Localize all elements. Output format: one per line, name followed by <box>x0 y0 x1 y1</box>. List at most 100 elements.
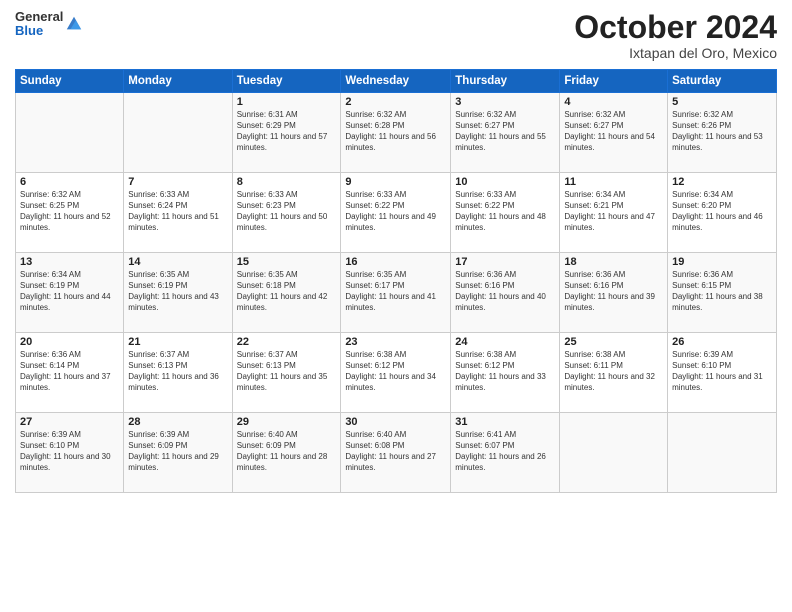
table-row: 5 Sunrise: 6:32 AM Sunset: 6:26 PM Daylig… <box>668 93 777 173</box>
day-number: 13 <box>20 256 119 268</box>
day-info: Sunrise: 6:33 AM Sunset: 6:22 PM Dayligh… <box>345 190 446 233</box>
day-info: Sunrise: 6:32 AM Sunset: 6:26 PM Dayligh… <box>672 110 772 153</box>
table-row: 13Sunrise: 6:34 AM Sunset: 6:19 PM Dayli… <box>16 253 124 333</box>
day-number: 10 <box>455 176 555 188</box>
day-info: Sunrise: 6:39 AM Sunset: 6:10 PM Dayligh… <box>20 430 119 473</box>
day-number: 15 <box>237 256 337 268</box>
calendar-week-row: 13Sunrise: 6:34 AM Sunset: 6:19 PM Dayli… <box>16 253 777 333</box>
calendar-header-row: Sunday Monday Tuesday Wednesday Thursday… <box>16 70 777 93</box>
day-info: Sunrise: 6:38 AM Sunset: 6:12 PM Dayligh… <box>455 350 555 393</box>
header-friday: Friday <box>560 70 668 93</box>
day-number: 2 <box>345 96 446 108</box>
table-row <box>124 93 232 173</box>
day-info: Sunrise: 6:33 AM Sunset: 6:24 PM Dayligh… <box>128 190 227 233</box>
day-number: 25 <box>564 336 663 348</box>
table-row: 8Sunrise: 6:33 AM Sunset: 6:23 PM Daylig… <box>232 173 341 253</box>
table-row <box>668 413 777 493</box>
day-number: 17 <box>455 256 555 268</box>
table-row: 3Sunrise: 6:32 AM Sunset: 6:27 PM Daylig… <box>451 93 560 173</box>
table-row <box>560 413 668 493</box>
table-row: 1 Sunrise: 6:31 AM Sunset: 6:29 PM Daylig… <box>232 93 341 173</box>
day-number: 1 <box>237 96 337 108</box>
day-number: 16 <box>345 256 446 268</box>
calendar-table: Sunday Monday Tuesday Wednesday Thursday… <box>15 69 777 493</box>
table-row: 6 Sunrise: 6:32 AM Sunset: 6:25 PM Daylig… <box>16 173 124 253</box>
day-number: 24 <box>455 336 555 348</box>
logo-blue: Blue <box>15 24 63 38</box>
day-info: Sunrise: 6:40 AM Sunset: 6:08 PM Dayligh… <box>345 430 446 473</box>
day-number: 19 <box>672 256 772 268</box>
table-row: 18 Sunrise: 6:36 AM Sunset: 6:16 PM Dayli… <box>560 253 668 333</box>
table-row: 20 Sunrise: 6:36 AM Sunset: 6:14 PM Dayli… <box>16 333 124 413</box>
day-number: 8 <box>237 176 337 188</box>
day-info: Sunrise: 6:32 AM Sunset: 6:25 PM Dayligh… <box>20 190 119 233</box>
day-number: 14 <box>128 256 227 268</box>
table-row: 14 Sunrise: 6:35 AM Sunset: 6:19 PM Dayli… <box>124 253 232 333</box>
header-sunday: Sunday <box>16 70 124 93</box>
table-row: 7 Sunrise: 6:33 AM Sunset: 6:24 PM Daylig… <box>124 173 232 253</box>
day-info: Sunrise: 6:35 AM Sunset: 6:17 PM Dayligh… <box>345 270 446 313</box>
day-info: Sunrise: 6:36 AM Sunset: 6:16 PM Dayligh… <box>564 270 663 313</box>
day-number: 11 <box>564 176 663 188</box>
day-number: 22 <box>237 336 337 348</box>
day-number: 31 <box>455 416 555 428</box>
logo-icon <box>65 15 83 33</box>
table-row: 27 Sunrise: 6:39 AM Sunset: 6:10 PM Dayli… <box>16 413 124 493</box>
day-number: 29 <box>237 416 337 428</box>
table-row: 30Sunrise: 6:40 AM Sunset: 6:08 PM Dayli… <box>341 413 451 493</box>
table-row: 10 Sunrise: 6:33 AM Sunset: 6:22 PM Dayli… <box>451 173 560 253</box>
table-row: 17 Sunrise: 6:36 AM Sunset: 6:16 PM Dayli… <box>451 253 560 333</box>
logo-general: General <box>15 10 63 24</box>
table-row: 12 Sunrise: 6:34 AM Sunset: 6:20 PM Dayli… <box>668 173 777 253</box>
day-info: Sunrise: 6:34 AM Sunset: 6:21 PM Dayligh… <box>564 190 663 233</box>
calendar-subtitle: Ixtapan del Oro, Mexico <box>574 45 777 61</box>
day-info: Sunrise: 6:38 AM Sunset: 6:11 PM Dayligh… <box>564 350 663 393</box>
title-area: October 2024 Ixtapan del Oro, Mexico <box>574 10 777 61</box>
day-number: 9 <box>345 176 446 188</box>
header-monday: Monday <box>124 70 232 93</box>
table-row: 22Sunrise: 6:37 AM Sunset: 6:13 PM Dayli… <box>232 333 341 413</box>
day-info: Sunrise: 6:37 AM Sunset: 6:13 PM Dayligh… <box>128 350 227 393</box>
day-number: 12 <box>672 176 772 188</box>
day-info: Sunrise: 6:39 AM Sunset: 6:09 PM Dayligh… <box>128 430 227 473</box>
calendar-week-row: 20 Sunrise: 6:36 AM Sunset: 6:14 PM Dayli… <box>16 333 777 413</box>
calendar-week-row: 1 Sunrise: 6:31 AM Sunset: 6:29 PM Daylig… <box>16 93 777 173</box>
table-row: 23Sunrise: 6:38 AM Sunset: 6:12 PM Dayli… <box>341 333 451 413</box>
day-info: Sunrise: 6:35 AM Sunset: 6:19 PM Dayligh… <box>128 270 227 313</box>
day-number: 4 <box>564 96 663 108</box>
logo: General Blue <box>15 10 83 39</box>
day-number: 20 <box>20 336 119 348</box>
logo-text: General Blue <box>15 10 63 39</box>
day-number: 6 <box>20 176 119 188</box>
table-row: 15 Sunrise: 6:35 AM Sunset: 6:18 PM Dayli… <box>232 253 341 333</box>
table-row: 9 Sunrise: 6:33 AM Sunset: 6:22 PM Daylig… <box>341 173 451 253</box>
table-row: 24 Sunrise: 6:38 AM Sunset: 6:12 PM Dayli… <box>451 333 560 413</box>
table-row: 4Sunrise: 6:32 AM Sunset: 6:27 PM Daylig… <box>560 93 668 173</box>
day-info: Sunrise: 6:35 AM Sunset: 6:18 PM Dayligh… <box>237 270 337 313</box>
day-number: 27 <box>20 416 119 428</box>
day-info: Sunrise: 6:39 AM Sunset: 6:10 PM Dayligh… <box>672 350 772 393</box>
table-row: 11 Sunrise: 6:34 AM Sunset: 6:21 PM Dayli… <box>560 173 668 253</box>
day-number: 5 <box>672 96 772 108</box>
calendar-week-row: 27 Sunrise: 6:39 AM Sunset: 6:10 PM Dayli… <box>16 413 777 493</box>
day-info: Sunrise: 6:41 AM Sunset: 6:07 PM Dayligh… <box>455 430 555 473</box>
day-info: Sunrise: 6:34 AM Sunset: 6:20 PM Dayligh… <box>672 190 772 233</box>
day-info: Sunrise: 6:40 AM Sunset: 6:09 PM Dayligh… <box>237 430 337 473</box>
header: General Blue October 2024 Ixtapan del Or… <box>15 10 777 61</box>
table-row: 19 Sunrise: 6:36 AM Sunset: 6:15 PM Dayli… <box>668 253 777 333</box>
day-info: Sunrise: 6:32 AM Sunset: 6:28 PM Dayligh… <box>345 110 446 153</box>
table-row: 16 Sunrise: 6:35 AM Sunset: 6:17 PM Dayli… <box>341 253 451 333</box>
day-number: 7 <box>128 176 227 188</box>
day-info: Sunrise: 6:33 AM Sunset: 6:22 PM Dayligh… <box>455 190 555 233</box>
header-wednesday: Wednesday <box>341 70 451 93</box>
page: General Blue October 2024 Ixtapan del Or… <box>0 0 792 612</box>
day-info: Sunrise: 6:36 AM Sunset: 6:15 PM Dayligh… <box>672 270 772 313</box>
calendar-week-row: 6 Sunrise: 6:32 AM Sunset: 6:25 PM Daylig… <box>16 173 777 253</box>
calendar-title: October 2024 <box>574 10 777 45</box>
day-info: Sunrise: 6:31 AM Sunset: 6:29 PM Dayligh… <box>237 110 337 153</box>
day-number: 18 <box>564 256 663 268</box>
table-row: 21Sunrise: 6:37 AM Sunset: 6:13 PM Dayli… <box>124 333 232 413</box>
day-info: Sunrise: 6:36 AM Sunset: 6:16 PM Dayligh… <box>455 270 555 313</box>
day-info: Sunrise: 6:36 AM Sunset: 6:14 PM Dayligh… <box>20 350 119 393</box>
day-info: Sunrise: 6:32 AM Sunset: 6:27 PM Dayligh… <box>455 110 555 153</box>
